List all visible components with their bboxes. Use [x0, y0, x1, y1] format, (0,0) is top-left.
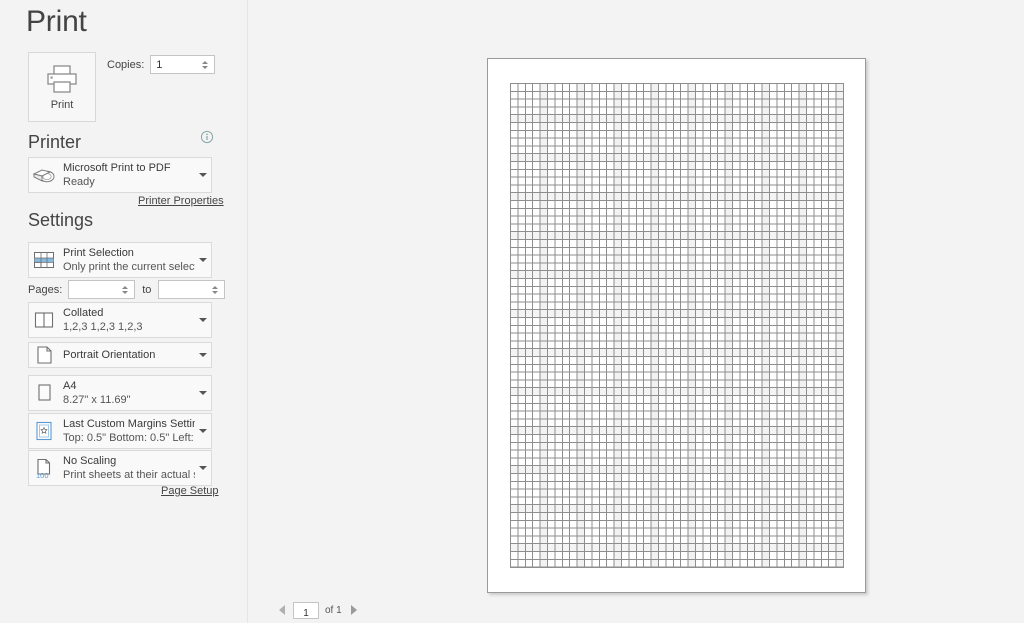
scaling-subtitle: Print sheets at their actual size — [63, 469, 195, 481]
copies-arrows[interactable] — [198, 56, 214, 73]
paper-size-title: A4 — [63, 380, 77, 392]
pages-range-row: Pages: to — [28, 280, 226, 299]
copies-increment-icon[interactable] — [202, 60, 209, 64]
printer-icon — [45, 64, 79, 94]
margins-icon — [29, 420, 59, 442]
orientation-text: Portrait Orientation — [59, 348, 195, 362]
margins-subtitle: Top: 0.5" Bottom: 0.5" Left: 0.... — [63, 432, 195, 444]
margins-text: Last Custom Margins Setting Top: 0.5" Bo… — [59, 417, 195, 445]
printer-select-text: Microsoft Print to PDF Ready — [59, 161, 195, 189]
settings-section-heading: Settings — [28, 210, 94, 230]
copies-row: Copies: — [107, 55, 216, 74]
collation-subtitle: 1,2,3 1,2,3 1,2,3 — [63, 321, 143, 333]
pages-to-increment-icon[interactable] — [212, 285, 219, 289]
triangle-left-icon — [279, 605, 285, 615]
printer-select[interactable]: Microsoft Print to PDF Ready — [28, 157, 212, 193]
pages-to-arrows[interactable] — [208, 281, 224, 298]
paper-size-subtitle: 8.27" x 11.69" — [63, 394, 131, 406]
copies-label: Copies: — [107, 58, 145, 71]
page-count-label: of 1 — [325, 604, 342, 616]
pages-from-input[interactable] — [69, 281, 119, 298]
print-button-label: Print — [50, 98, 74, 111]
orientation-select[interactable]: Portrait Orientation — [28, 342, 212, 368]
paper-size-icon — [29, 382, 59, 404]
print-preview-area: of 1 — [249, 0, 1024, 623]
chevron-down-icon[interactable] — [195, 429, 211, 433]
chevron-down-icon[interactable] — [195, 258, 211, 262]
print-settings-pane: Print Print Copies: Printer — [0, 0, 248, 623]
pages-to-label: to — [142, 283, 152, 296]
printer-name: Microsoft Print to PDF — [63, 162, 171, 174]
current-page-input[interactable] — [294, 605, 318, 621]
chevron-down-icon[interactable] — [195, 173, 211, 177]
print-what-select[interactable]: Print Selection Only print the current s… — [28, 242, 212, 278]
page-setup-link[interactable]: Page Setup — [161, 485, 219, 497]
pages-from-stepper[interactable] — [68, 280, 136, 299]
paper-size-select[interactable]: A4 8.27" x 11.69" — [28, 375, 212, 411]
scaling-select[interactable]: 100 No Scaling Print sheets at their act… — [28, 450, 212, 486]
orientation-title: Portrait Orientation — [63, 349, 156, 361]
collation-text: Collated 1,2,3 1,2,3 1,2,3 — [59, 306, 195, 334]
next-page-button[interactable] — [347, 602, 361, 618]
page-title: Print — [26, 5, 87, 38]
preview-page — [487, 58, 866, 593]
collated-pages-icon — [29, 310, 59, 330]
current-page-field[interactable] — [293, 601, 319, 621]
pages-from-increment-icon[interactable] — [122, 285, 129, 289]
svg-text:100: 100 — [36, 471, 49, 479]
pages-from-arrows[interactable] — [118, 281, 134, 298]
spreadsheet-grid — [510, 83, 844, 568]
table-selection-icon — [29, 249, 59, 271]
print-what-subtitle: Only print the current selecti... — [63, 261, 195, 273]
copies-input[interactable] — [151, 56, 199, 73]
portrait-page-icon — [29, 344, 59, 366]
print-what-title: Print Selection — [63, 247, 134, 259]
printer-properties-link[interactable]: Printer Properties — [138, 195, 224, 207]
paper-size-text: A4 8.27" x 11.69" — [59, 379, 195, 407]
copies-stepper[interactable] — [150, 55, 216, 74]
printer-status: Ready — [63, 176, 95, 188]
chevron-down-icon[interactable] — [195, 353, 211, 357]
printer-device-icon — [29, 165, 59, 185]
collation-select[interactable]: Collated 1,2,3 1,2,3 1,2,3 — [28, 302, 212, 338]
pages-from-decrement-icon[interactable] — [122, 290, 129, 294]
copies-decrement-icon[interactable] — [202, 65, 209, 69]
print-button[interactable]: Print — [28, 52, 96, 122]
printer-section-heading: Printer — [28, 132, 82, 152]
chevron-down-icon[interactable] — [195, 391, 211, 395]
collation-title: Collated — [63, 307, 104, 319]
chevron-down-icon[interactable] — [195, 466, 211, 470]
print-what-text: Print Selection Only print the current s… — [59, 246, 195, 274]
chevron-down-icon[interactable] — [195, 318, 211, 322]
pages-to-decrement-icon[interactable] — [212, 290, 219, 294]
pages-label: Pages: — [28, 283, 63, 296]
pages-to-input[interactable] — [159, 281, 209, 298]
pages-to-stepper[interactable] — [158, 280, 226, 299]
triangle-right-icon — [350, 605, 357, 615]
scaling-title: No Scaling — [63, 455, 117, 467]
info-circle-icon[interactable] — [200, 130, 214, 144]
scaling-100-icon: 100 — [29, 457, 59, 479]
previous-page-button[interactable] — [275, 602, 289, 618]
margins-select[interactable]: Last Custom Margins Setting Top: 0.5" Bo… — [28, 413, 212, 449]
scaling-text: No Scaling Print sheets at their actual … — [59, 454, 195, 482]
preview-page-navigation: of 1 — [275, 600, 361, 621]
margins-title: Last Custom Margins Setting — [63, 418, 195, 430]
